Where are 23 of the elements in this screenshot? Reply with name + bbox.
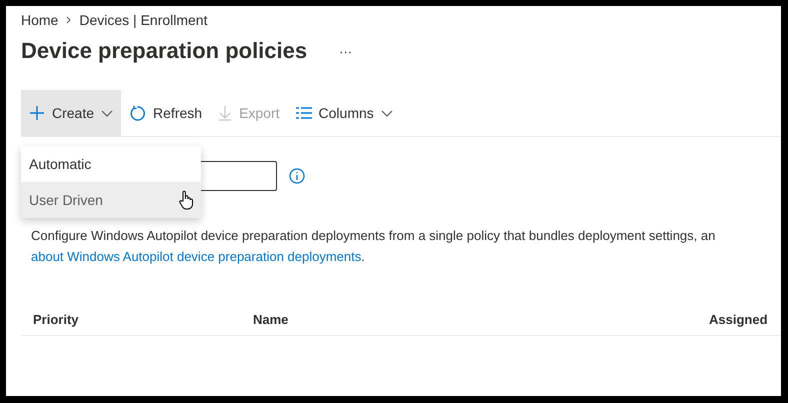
more-button[interactable]: ··· (335, 44, 356, 58)
info-icon[interactable] (289, 168, 305, 184)
plus-icon (29, 105, 45, 121)
column-header[interactable]: Name (253, 312, 709, 326)
chevron-down-icon (380, 110, 393, 116)
list-icon (296, 106, 312, 120)
create-button[interactable]: Create (21, 90, 122, 136)
download-icon (218, 105, 232, 121)
hand-cursor-icon (179, 190, 193, 210)
columns-button[interactable]: Columns (288, 90, 401, 136)
refresh-icon (129, 104, 146, 122)
chevron-right-icon (66, 16, 72, 24)
menu-item[interactable]: Automatic (21, 146, 201, 182)
breadcrumb-link[interactable]: Home (21, 12, 58, 28)
breadcrumb-link[interactable]: Devices | Enrollment (79, 12, 208, 28)
refresh-button[interactable]: Refresh (121, 90, 210, 136)
column-header[interactable]: Assigned (709, 312, 769, 326)
column-header[interactable]: Priority (33, 312, 253, 326)
description-text: Configure Windows Autopilot device preparation deployments from a single policy that bundles deployment settings, an about Windows Autopilot device preparation deployments. (31, 227, 716, 266)
page-title: Device preparation policies (21, 38, 308, 64)
learn-more-link[interactable]: about Windows Autopilot device preparation deployments (31, 249, 362, 264)
menu-item[interactable]: User Driven (21, 182, 201, 218)
chevron-down-icon (101, 110, 114, 116)
